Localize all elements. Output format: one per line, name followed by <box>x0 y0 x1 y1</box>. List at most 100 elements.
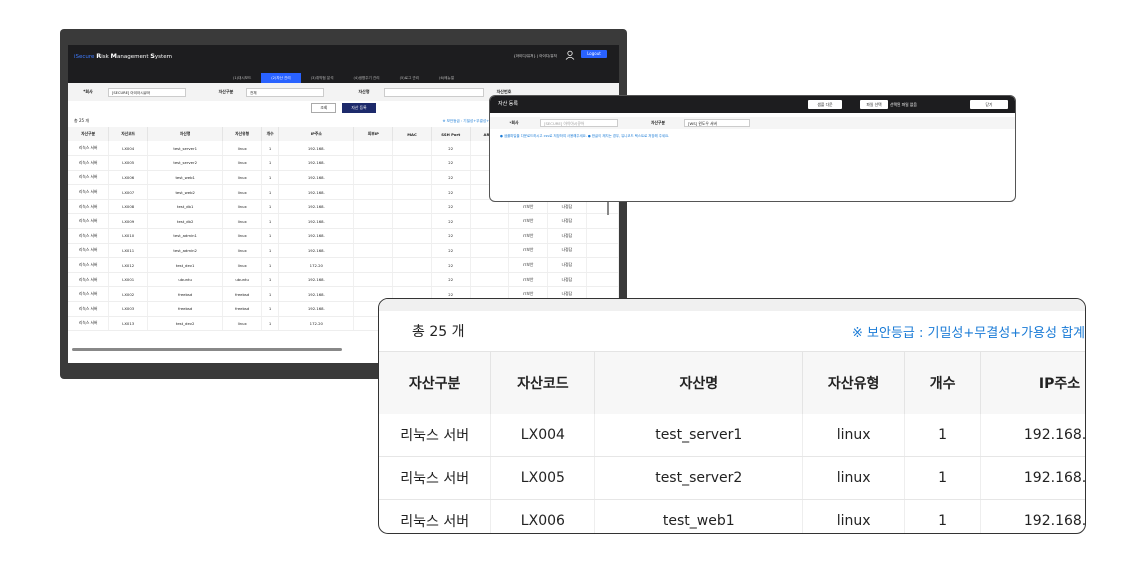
table-cell: 리눅스 서버 <box>68 170 110 186</box>
table-cell: linux <box>802 456 906 500</box>
table-cell: 나정담 <box>547 272 587 288</box>
menu-manual[interactable]: (6)메뉴얼 <box>429 73 464 83</box>
table-cell: 리눅스 서버 <box>68 272 110 288</box>
table-cell <box>392 155 432 171</box>
table-cell <box>353 184 394 200</box>
table-cell: 22 <box>431 184 471 200</box>
table-cell: 192.168. <box>278 184 355 200</box>
table-cell: 22 <box>431 243 471 259</box>
table-cell: 1 <box>261 141 280 157</box>
table-cell: IT보안 <box>508 272 548 288</box>
popup-type-select[interactable]: [WS] 윈도우 서버 <box>684 119 750 127</box>
table-cell: linux <box>222 257 262 273</box>
table-cell: 리눅스 서버 <box>68 316 110 332</box>
table-cell: 나정담 <box>547 213 587 230</box>
table-cell: LX010 <box>108 228 149 244</box>
name-input[interactable] <box>384 87 484 97</box>
table-cell: LX003 <box>108 301 149 317</box>
asset-header-6: 외부IP <box>353 127 394 141</box>
table-cell: 나정담 <box>547 243 587 259</box>
table-cell: 리눅스 서버 <box>68 286 110 303</box>
table-cell: 172.20 <box>278 316 355 332</box>
table-row[interactable]: 리눅스 서버 LX001 ubuntu ubuntu 1 192.168. 22 IT보안 나정… <box>68 272 619 288</box>
sample-download-button[interactable]: 샘플 다운 <box>808 100 842 109</box>
table-cell: 리눅스 서버 <box>68 141 110 157</box>
table-cell <box>353 141 394 157</box>
menu-dashboard[interactable]: (1)대시보드 <box>223 73 261 83</box>
table-cell: 리눅스 서버 <box>68 243 110 259</box>
table-cell: IT보안 <box>508 243 548 259</box>
asset-header-0: 자산구분 <box>68 127 110 141</box>
menu-log[interactable]: (5)로그 관리 <box>390 73 429 83</box>
table-cell: linux <box>222 199 262 215</box>
table-cell: 192.168. <box>278 228 355 244</box>
user-icon[interactable] <box>565 50 575 60</box>
table-cell: 리눅스 서버 <box>68 199 110 215</box>
menu-vuln[interactable]: (3)취약점 분석 <box>301 73 344 83</box>
table-cell: IT보안 <box>508 213 548 230</box>
table-cell: freebsd <box>147 301 224 317</box>
asset-header-4: 개수 <box>261 127 280 141</box>
zoom-header-3: 자산유형 <box>802 351 906 414</box>
zoom-total-count: 총 25 개 <box>412 324 465 340</box>
table-row[interactable]: 리눅스 서버 LX010 test_admin1 linux 1 192.168. 22 IT… <box>68 228 619 244</box>
table-cell: 리눅스 서버 <box>68 184 110 200</box>
type-select[interactable]: 전체 <box>246 87 324 97</box>
table-cell: freebsd <box>147 286 224 303</box>
register-button[interactable]: 자산 등록 <box>342 103 376 113</box>
asset-header-2: 자산명 <box>147 127 224 141</box>
zoom-grade-note: ※ 보안등급 : 기밀성+무결성+가용성 합계 <box>852 325 1085 341</box>
table-cell: 1 <box>261 316 280 332</box>
table-cell <box>353 228 394 244</box>
file-choose-button[interactable]: 파일 선택 <box>860 100 888 109</box>
table-row[interactable]: 리눅스 서버LX006test_web1linux1192.168.3 <box>379 499 1085 533</box>
table-cell: LX006 <box>108 170 149 186</box>
table-cell: ubuntu <box>147 272 224 288</box>
table-cell: test_web1 <box>594 499 804 533</box>
table-cell: 1 <box>261 170 280 186</box>
company-select[interactable]: [SECURE] 아이아시큐어 <box>108 87 186 97</box>
close-button[interactable]: 닫기 <box>970 100 1008 109</box>
table-cell <box>353 170 394 186</box>
horizontal-scrollbar[interactable] <box>72 348 342 351</box>
logout-button[interactable]: Logout <box>581 50 607 58</box>
table-cell: linux <box>222 141 262 157</box>
zoom-header-1: 자산코드 <box>490 351 596 414</box>
table-row[interactable]: 리눅스 서버 LX012 test_dev1 linux 1 172.20 22 IT보안 나정… <box>68 257 619 273</box>
table-cell: 192.168. <box>278 286 355 303</box>
table-cell: 1 <box>904 413 982 457</box>
popup-filter: *회사 [SECURE] 아이아시큐어 자산구분 [WS] 윈도우 서버 <box>490 117 1015 129</box>
popup-company-select[interactable]: [SECURE] 아이아시큐어 <box>540 119 618 127</box>
table-cell <box>392 257 432 273</box>
zoom-strip <box>379 299 1085 311</box>
table-cell: 192.168. <box>278 243 355 259</box>
table-cell: 192.168. <box>278 213 355 230</box>
table-row[interactable]: 리눅스 서버LX004test_server1linux1192.168.5 <box>379 413 1085 457</box>
zoom-header-0: 자산구분 <box>379 351 492 414</box>
table-cell: 192.168. <box>278 141 355 157</box>
popup-header: 자산 등록 샘플 다운 파일 선택 선택된 파일 없음 닫기 <box>490 96 1015 113</box>
table-cell: 리눅스 서버 <box>68 228 110 244</box>
table-cell <box>392 170 432 186</box>
menu-lifecycle[interactable]: (4)생명주기 관리 <box>344 73 390 83</box>
table-cell <box>586 272 619 288</box>
table-cell: 리눅스 서버 <box>68 213 110 230</box>
total-count: 총 25 개 <box>74 118 89 123</box>
asset-header-3: 자산유형 <box>222 127 262 141</box>
table-cell: 1 <box>261 199 280 215</box>
table-row[interactable]: 리눅스 서버 LX011 test_admin2 linux 1 192.168. 22 IT… <box>68 243 619 259</box>
asset-header-8: SSH Port <box>431 127 471 141</box>
search-button[interactable]: 조회 <box>311 103 337 113</box>
table-cell <box>353 272 394 288</box>
asset-header-7: MAC <box>392 127 432 141</box>
table-row[interactable]: 리눅스 서버LX005test_server2linux1192.168.5 <box>379 456 1085 500</box>
table-cell <box>392 228 432 244</box>
table-cell: 22 <box>431 257 471 273</box>
table-cell: linux <box>802 413 906 457</box>
popup-note: ● 샘플파일을 다운로드하시고 csv로 저장하여 사용해주세요. ● 한글이 … <box>500 134 670 138</box>
top-bar: iSecure Risk Management System {아이디/유저} … <box>68 45 619 83</box>
menu-asset[interactable]: (2)자산 관리 <box>261 73 301 83</box>
table-cell: 1 <box>261 243 280 259</box>
table-cell: test_server1 <box>594 413 804 457</box>
table-row[interactable]: 리눅스 서버 LX009 test_db2 linux 1 192.168. 22 IT보안 나… <box>68 213 619 230</box>
